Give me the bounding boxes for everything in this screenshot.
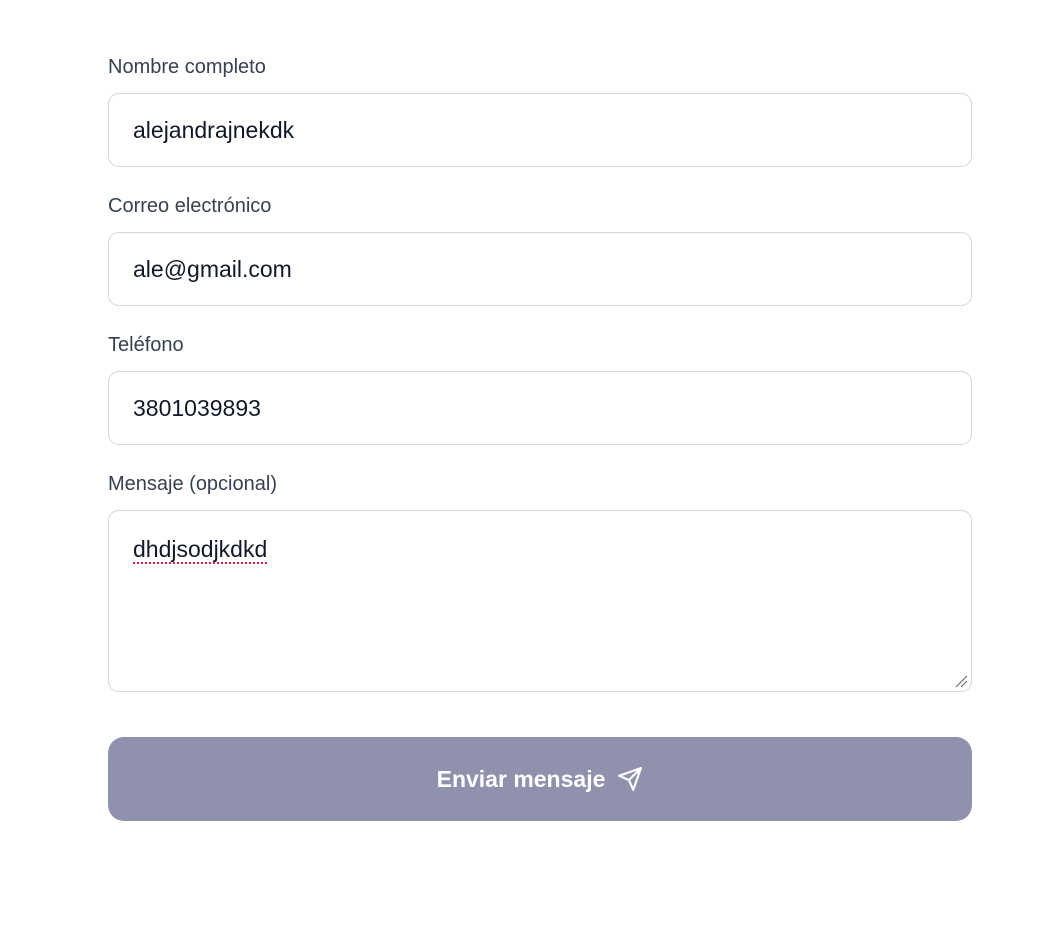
name-input[interactable]: alejandrajnekdk xyxy=(108,93,972,167)
phone-label: Teléfono xyxy=(108,334,184,356)
resize-handle-icon[interactable] xyxy=(954,674,968,688)
email-field-group: Correo electrónico ale@gmail.com xyxy=(108,193,972,306)
email-label: Correo electrónico xyxy=(108,195,272,217)
phone-input-value: 3801039893 xyxy=(133,394,261,421)
email-input[interactable]: ale@gmail.com xyxy=(108,232,972,306)
contact-form: Nombre completo alejandrajnekdk Correo e… xyxy=(108,54,972,821)
message-label: Mensaje (opcional) xyxy=(108,473,277,495)
send-message-button[interactable]: Enviar mensaje xyxy=(108,737,972,821)
send-icon xyxy=(618,767,643,791)
name-field-group: Nombre completo alejandrajnekdk xyxy=(108,54,972,167)
message-textarea-value: dhdjsodjkdkd xyxy=(133,536,268,562)
phone-input[interactable]: 3801039893 xyxy=(108,371,972,445)
name-input-value: alejandrajnekdk xyxy=(133,116,295,143)
phone-field-group: Teléfono 3801039893 xyxy=(108,332,972,445)
send-message-button-label: Enviar mensaje xyxy=(436,765,606,792)
name-label: Nombre completo xyxy=(108,56,266,78)
message-textarea[interactable]: dhdjsodjkdkd xyxy=(108,510,972,692)
email-input-value: ale@gmail.com xyxy=(133,255,292,282)
message-field-group: Mensaje (opcional) dhdjsodjkdkd xyxy=(108,471,972,692)
